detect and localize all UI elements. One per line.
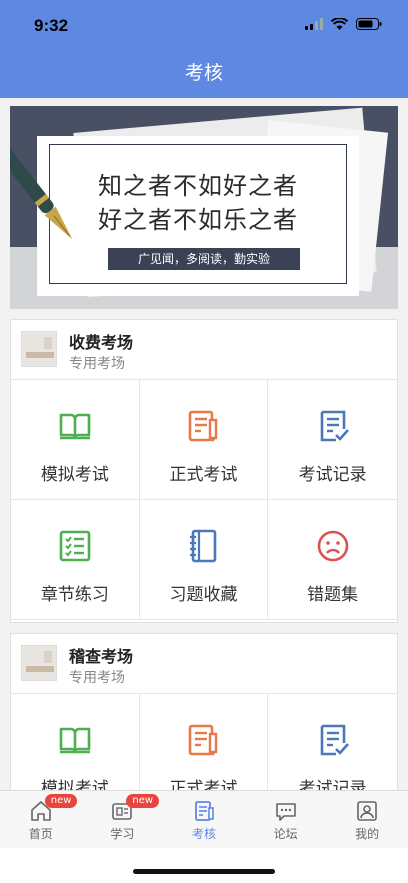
section-title: 收费考场 <box>69 333 134 352</box>
status-icons <box>305 18 382 30</box>
battery-icon <box>356 18 382 30</box>
section-grid: 模拟考试 正式考试 考试记录 章节练习 习题收藏 错题集 <box>11 380 397 620</box>
banner-motto: 广见闻，多阅读，勤实验 <box>108 248 300 270</box>
section-subtitle: 专用考场 <box>69 356 125 372</box>
formal-exam-button[interactable]: 正式考试 <box>139 380 269 500</box>
wifi-icon <box>331 18 348 30</box>
chapter-practice-button[interactable]: 章节练习 <box>11 500 140 620</box>
profile-icon <box>357 801 377 821</box>
exam-icon <box>195 801 214 821</box>
section-header[interactable]: 稽查考场 专用考场 <box>11 634 397 694</box>
status-bar: 9:32 <box>0 0 408 50</box>
record-check-icon <box>320 410 349 442</box>
book-icon <box>59 413 91 440</box>
fountain-pen-icon <box>10 147 73 240</box>
mock-exam-label: 模拟考试 <box>40 779 109 790</box>
tab-label: 学习 <box>110 827 135 841</box>
tab-forum[interactable]: 论坛 <box>245 791 327 848</box>
tab-exam[interactable]: 考核 <box>163 791 245 848</box>
wrong-questions-label: 错题集 <box>307 585 359 605</box>
tab-profile[interactable]: 我的 <box>326 791 408 848</box>
exam-edit-icon <box>189 724 218 756</box>
tab-label: 论坛 <box>273 827 298 841</box>
exam-edit-icon <box>189 410 218 442</box>
formal-exam-label: 正式考试 <box>169 779 238 790</box>
record-check-icon <box>320 724 349 756</box>
exam-records-label: 考试记录 <box>298 779 367 790</box>
home-indicator-area <box>0 848 408 883</box>
chapter-practice-label: 章节练习 <box>40 585 109 605</box>
app-header: 9:32 考核 <box>0 0 408 98</box>
section-thumbnail <box>21 331 57 367</box>
signal-icon <box>305 18 323 30</box>
tab-label: 考核 <box>191 827 216 841</box>
formal-exam-label: 正式考试 <box>169 465 238 485</box>
new-badge: new <box>44 794 78 808</box>
section-title: 稽查考场 <box>69 647 134 666</box>
new-badge: new <box>126 794 160 808</box>
home-indicator[interactable] <box>133 869 275 874</box>
formal-exam-button[interactable]: 正式考试 <box>140 694 269 790</box>
tab-label: 我的 <box>355 827 380 841</box>
checklist-icon <box>59 530 91 562</box>
tab-label: 首页 <box>28 827 53 841</box>
chat-icon <box>275 803 296 821</box>
banner[interactable]: 知之者不如好之者 好之者不如乐之者 广见闻，多阅读，勤实验 <box>10 106 398 309</box>
sad-face-icon <box>317 530 348 562</box>
exam-records-button[interactable]: 考试记录 <box>268 380 397 500</box>
question-favorites-label: 习题收藏 <box>169 585 238 605</box>
book-icon <box>59 727 91 754</box>
tab-study[interactable]: new 学习 <box>82 791 164 848</box>
notebook-icon <box>190 529 217 563</box>
section-thumbnail <box>21 645 57 681</box>
mock-exam-button[interactable]: 模拟考试 <box>11 694 140 790</box>
wrong-questions-button[interactable]: 错题集 <box>268 500 397 620</box>
mock-exam-label: 模拟考试 <box>40 465 109 485</box>
exam-records-label: 考试记录 <box>298 465 367 485</box>
mock-exam-button[interactable]: 模拟考试 <box>11 380 140 500</box>
tab-home[interactable]: new 首页 <box>0 791 82 848</box>
status-time: 9:32 <box>34 16 69 35</box>
tab-bar: new 首页 new 学习 考核 论坛 我的 <box>0 790 408 848</box>
page-title: 考核 <box>184 62 223 84</box>
section-subtitle: 专用考场 <box>69 670 125 686</box>
exam-section-paid: 收费考场 专用考场 模拟考试 正式考试 考试记录 章节练习 习题收藏 错题集 <box>10 319 398 623</box>
section-header[interactable]: 收费考场 专用考场 <box>11 320 397 380</box>
main-content[interactable]: 知之者不如好之者 好之者不如乐之者 广见闻，多阅读，勤实验 收费考场 专用考场 … <box>0 98 408 790</box>
section-grid: 模拟考试 正式考试 考试记录 <box>11 694 397 790</box>
exam-records-button[interactable]: 考试记录 <box>268 694 397 790</box>
question-favorites-button[interactable]: 习题收藏 <box>139 500 269 620</box>
exam-section-inspection: 稽查考场 专用考场 模拟考试 正式考试 考试记录 <box>10 633 398 790</box>
